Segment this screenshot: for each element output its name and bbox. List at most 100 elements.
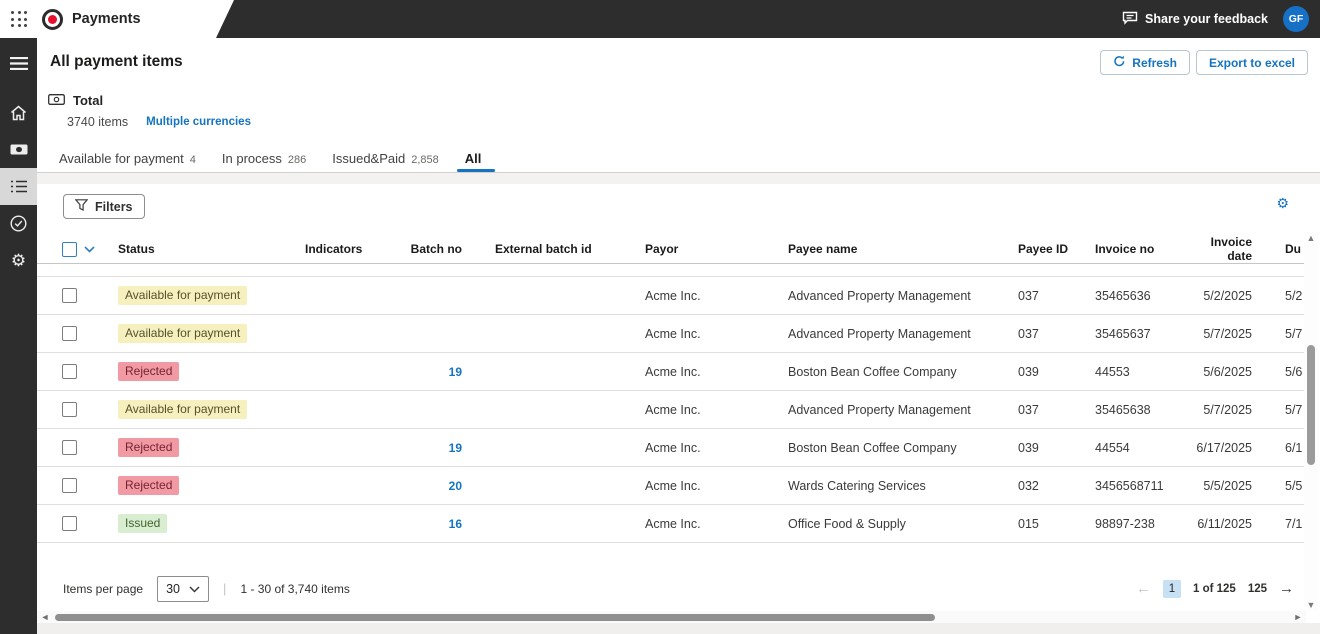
cell-payee-name: Office Food & Supply: [788, 516, 906, 531]
row-checkbox[interactable]: [62, 326, 77, 341]
share-feedback-button[interactable]: Share your feedback: [1122, 11, 1268, 28]
pagination-bar: Items per page 30 | 1 - 30 of 3,740 item…: [63, 570, 1294, 607]
row-checkbox[interactable]: [62, 288, 77, 303]
filters-button[interactable]: Filters: [63, 194, 145, 219]
col-invoice-date[interactable]: Invoice date: [1185, 235, 1260, 264]
cell-invoice-date: 6/11/2025: [1197, 516, 1252, 531]
page-info: 1 of 125: [1192, 582, 1236, 595]
cell-due-date: 5/7: [1285, 402, 1303, 417]
multiple-currencies-link[interactable]: Multiple currencies: [146, 116, 251, 128]
table-settings-gear-icon[interactable]: ⚙: [1276, 196, 1289, 210]
select-all-checkbox[interactable]: [62, 241, 77, 257]
vertical-scrollbar[interactable]: ▲ ▼: [1304, 232, 1318, 611]
cell-due-date: 5/5: [1285, 478, 1303, 493]
tab-in-process[interactable]: In process 286: [214, 147, 314, 172]
status-badge: Available for payment: [118, 400, 248, 419]
table-row: Rejected 20 Acme Inc. Wards Catering Ser…: [37, 467, 1304, 505]
items-per-page-select[interactable]: 30: [157, 575, 210, 602]
status-tabs: Available for payment 4 In process 286 I…: [37, 147, 1320, 173]
payment-items-panel: Filters ⚙ Status Indicators Batch no Ext…: [37, 184, 1320, 623]
brand-area: Payments: [0, 0, 234, 38]
table-row: Rejected 19 Acme Inc. Boston Bean Coffee…: [37, 429, 1304, 467]
user-avatar[interactable]: GF: [1283, 6, 1309, 32]
status-badge: Rejected: [118, 362, 180, 381]
row-checkbox[interactable]: [62, 516, 77, 531]
row-checkbox[interactable]: [62, 402, 77, 417]
cell-due-date: 5/7: [1285, 326, 1303, 341]
refresh-button[interactable]: Refresh: [1100, 50, 1190, 75]
col-external-batch-id[interactable]: External batch id: [470, 235, 645, 264]
cell-payor: Acme Inc.: [645, 516, 701, 531]
col-invoice-no[interactable]: Invoice no: [1095, 235, 1185, 264]
table-row: Available for payment Acme Inc. Advanced…: [37, 315, 1304, 353]
cell-indicators: [305, 429, 395, 467]
cell-invoice-date: 5/2/2025: [1203, 288, 1252, 303]
col-indicators[interactable]: Indicators: [305, 235, 395, 264]
batch-no-link[interactable]: 16: [449, 517, 462, 531]
tab-issued-paid[interactable]: Issued&Paid 2,858: [324, 147, 447, 172]
scroll-right-icon[interactable]: ►: [1292, 611, 1304, 623]
main-content: All payment items Refresh Export to exce…: [37, 38, 1320, 634]
cell-invoice-no: 98897-238: [1095, 516, 1155, 531]
row-checkbox[interactable]: [62, 440, 77, 455]
horizontal-scrollbar-thumb[interactable]: [55, 613, 935, 621]
cell-invoice-date: 6/17/2025: [1196, 440, 1252, 455]
cell-payee-name: Boston Bean Coffee Company: [788, 364, 957, 379]
scroll-up-icon[interactable]: ▲: [1304, 232, 1318, 244]
cell-external-batch-id: [470, 277, 645, 315]
cell-invoice-no: 44554: [1095, 440, 1130, 455]
batch-no-link[interactable]: 19: [449, 365, 462, 379]
col-payee-id[interactable]: Payee ID: [1018, 235, 1095, 264]
sidebar-item-settings[interactable]: ⚙: [0, 242, 37, 279]
cell-invoice-date: 5/7/2025: [1203, 402, 1252, 417]
sidebar-item-approvals[interactable]: [0, 205, 37, 242]
sidebar-item-payment-items[interactable]: [0, 168, 37, 205]
batch-no-link[interactable]: 19: [449, 441, 462, 455]
vertical-scrollbar-thumb[interactable]: [1307, 345, 1315, 465]
current-page-box[interactable]: 1: [1162, 579, 1181, 598]
cell-invoice-date: 5/5/2025: [1203, 478, 1252, 493]
prev-page-arrow[interactable]: ←: [1136, 581, 1151, 596]
cell-invoice-date: 5/7/2025: [1203, 326, 1252, 341]
banknote-icon: [10, 144, 28, 155]
cell-payee-name: Advanced Property Management: [788, 326, 971, 341]
col-payor[interactable]: Payor: [645, 235, 788, 264]
top-bar: Share your feedback GF Payments: [0, 0, 1320, 38]
scroll-left-icon[interactable]: ◄: [39, 611, 51, 623]
last-page-button[interactable]: 125: [1248, 583, 1267, 595]
page-title: All payment items: [50, 53, 183, 70]
cell-indicators: [305, 277, 395, 315]
app-launcher-icon[interactable]: [11, 11, 27, 27]
scroll-down-icon[interactable]: ▼: [1304, 599, 1318, 611]
cell-external-batch-id: [470, 353, 645, 391]
cell-payor: Acme Inc.: [645, 402, 701, 417]
gear-icon: ⚙: [10, 251, 27, 270]
export-to-excel-button[interactable]: Export to excel: [1195, 50, 1308, 75]
table-header-row: Status Indicators Batch no External batc…: [37, 235, 1304, 264]
cell-payee-name: Advanced Property Management: [788, 288, 971, 303]
tab-available-for-payment[interactable]: Available for payment 4: [51, 147, 204, 172]
cell-payor: Acme Inc.: [645, 288, 701, 303]
cell-external-batch-id: [470, 505, 645, 543]
row-checkbox[interactable]: [62, 364, 77, 379]
sidebar-nav: ⚙: [0, 38, 37, 634]
col-due-date[interactable]: Du: [1260, 235, 1304, 264]
col-status[interactable]: Status: [112, 235, 305, 264]
sidebar-item-home[interactable]: [0, 94, 37, 131]
cell-invoice-date: 5/6/2025: [1203, 364, 1252, 379]
sidebar-item-payments[interactable]: [0, 131, 37, 168]
next-page-arrow[interactable]: →: [1279, 581, 1294, 596]
cell-indicators: [305, 353, 395, 391]
batch-no-link[interactable]: 20: [449, 479, 462, 493]
tab-all[interactable]: All: [456, 147, 496, 172]
col-payee-name[interactable]: Payee name: [788, 235, 1018, 264]
col-batch-no[interactable]: Batch no: [395, 235, 470, 264]
cell-indicators: [305, 505, 395, 543]
cell-payor: Acme Inc.: [645, 364, 701, 379]
row-checkbox[interactable]: [62, 478, 77, 493]
cell-external-batch-id: [470, 467, 645, 505]
cell-payee-name: Advanced Property Management: [788, 402, 971, 417]
sidebar-menu-toggle[interactable]: [0, 45, 37, 82]
selection-menu-chevron-icon[interactable]: [84, 242, 95, 256]
horizontal-scrollbar[interactable]: ◄ ►: [37, 611, 1306, 623]
